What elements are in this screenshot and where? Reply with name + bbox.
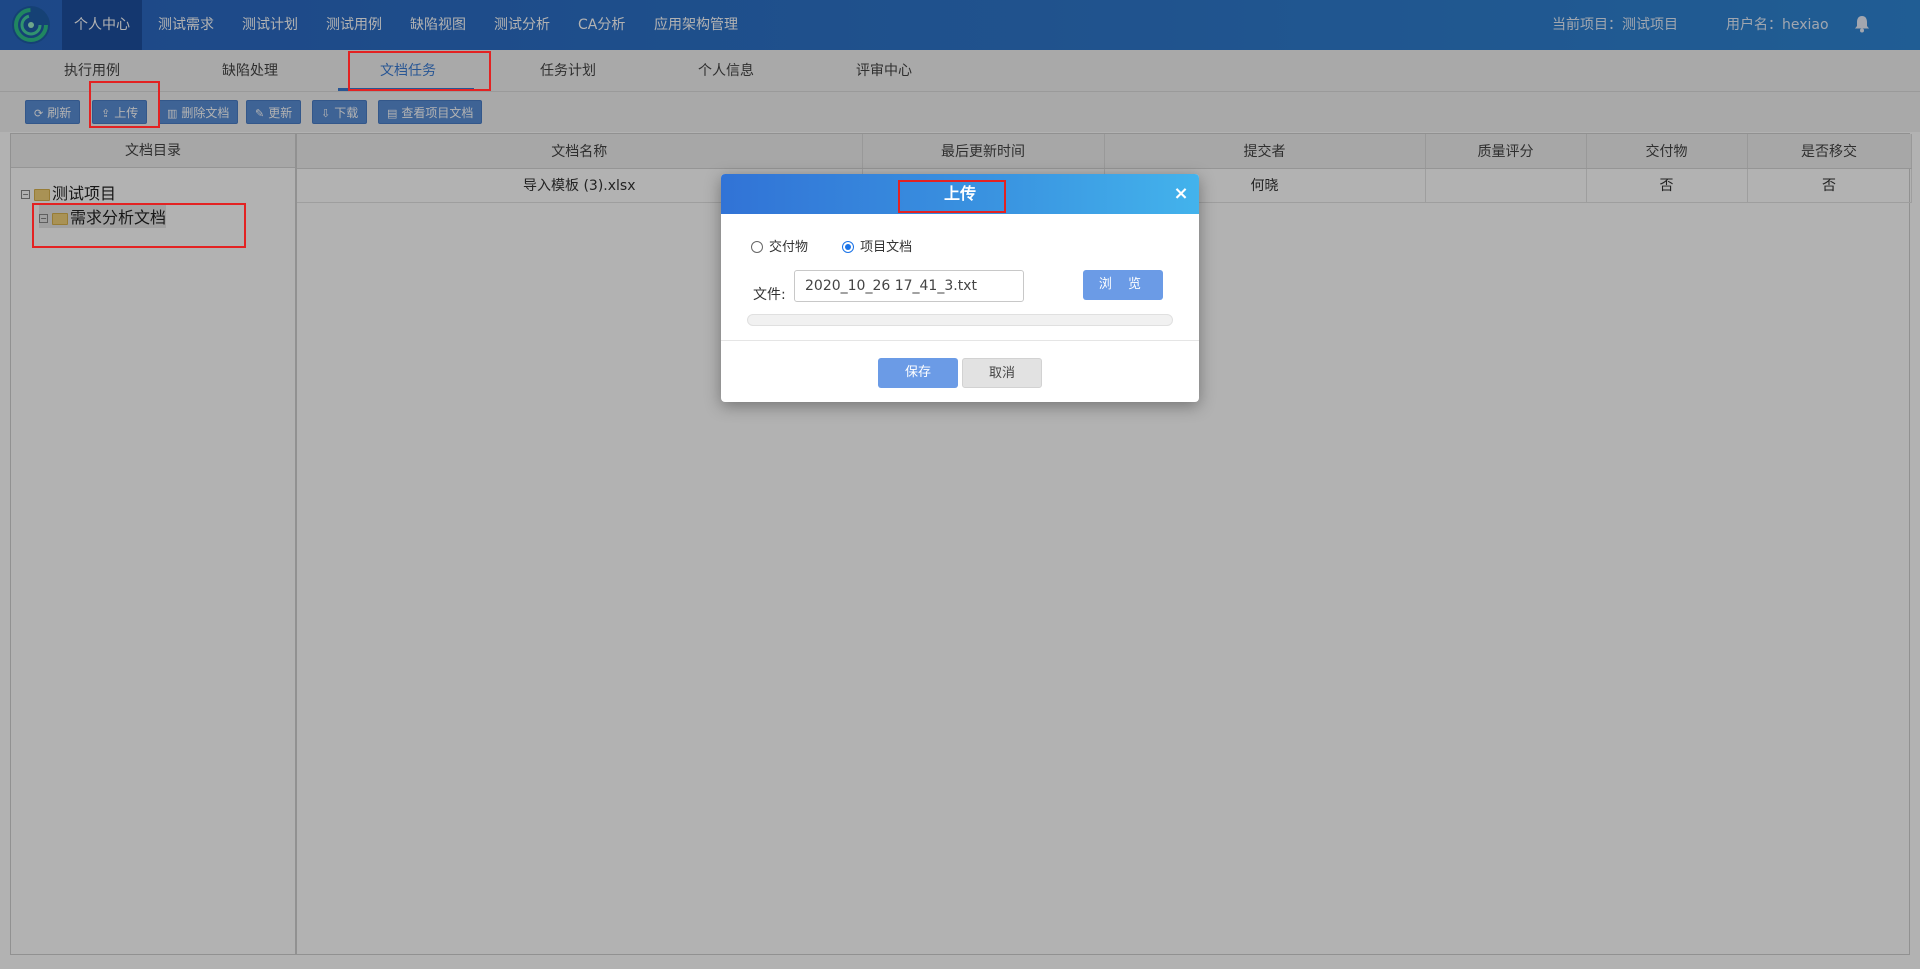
file-path-input[interactable] [794, 270, 1024, 302]
annotation-box-document-tasks-tab [348, 51, 491, 91]
file-field-label: 文件: [753, 287, 786, 303]
annotation-box-tree-node [32, 203, 246, 248]
radio-circle[interactable] [751, 241, 763, 253]
radio-deliverable[interactable]: 交付物 [751, 240, 812, 255]
document-type-radio-group: 交付物 项目文档 [751, 236, 912, 255]
close-icon[interactable]: × [1171, 174, 1191, 214]
radio-project-document[interactable]: 项目文档 [842, 240, 912, 255]
radio-circle[interactable] [842, 241, 855, 253]
cancel-button[interactable]: 取消 [962, 358, 1042, 388]
annotation-box-upload-button [89, 81, 160, 128]
save-button[interactable]: 保存 [878, 358, 958, 388]
upload-progress-bar [747, 314, 1173, 326]
radio-label: 项目文档 [860, 240, 913, 255]
radio-label: 交付物 [769, 240, 809, 255]
modal-backdrop [0, 0, 1920, 969]
dialog-divider [721, 340, 1199, 341]
annotation-box-dialog-title [898, 180, 1006, 213]
browse-button[interactable]: 浏 览 [1083, 270, 1163, 300]
